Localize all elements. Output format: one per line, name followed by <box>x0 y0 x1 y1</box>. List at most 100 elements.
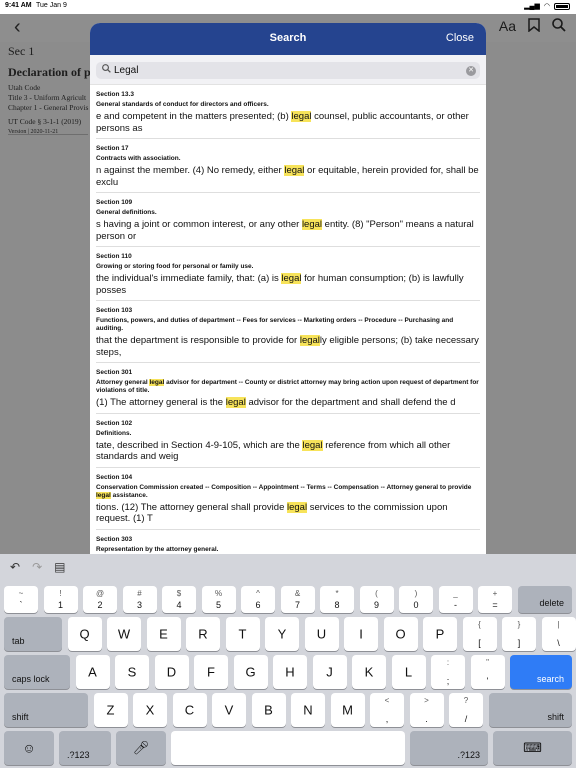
key[interactable]: F <box>194 655 228 689</box>
key[interactable]: " ' <box>470 655 505 689</box>
key[interactable]: + = <box>478 586 512 613</box>
result-snippet: that the department is responsible to pr… <box>96 335 480 358</box>
key[interactable]: E <box>146 617 181 651</box>
space-key[interactable] <box>171 731 405 765</box>
undo-icon[interactable]: ↶ <box>10 560 20 574</box>
tab-key[interactable]: tab <box>4 617 62 651</box>
key[interactable]: M <box>330 693 365 727</box>
search-result-item[interactable]: Section 103 Functions, powers, and duties… <box>96 301 480 363</box>
key-char: 6 <box>255 600 261 610</box>
magnifier-icon <box>102 64 111 76</box>
snippet-text: n against the member. (4) No remedy, eit… <box>96 165 285 176</box>
hide-keyboard-key[interactable]: ⌨ <box>493 731 572 765</box>
key-label: shift <box>547 712 564 722</box>
search-result-item[interactable]: Section 13.3 General standards of conduct… <box>96 85 480 139</box>
emoji-key[interactable]: ☺ <box>4 731 54 765</box>
result-snippet: tate, described in Section 4-9-105, whic… <box>96 439 480 463</box>
snippet-text: the individual's immediate family, that:… <box>96 273 282 284</box>
key[interactable]: #3 <box>122 586 157 613</box>
key[interactable]: Y <box>265 617 299 651</box>
key[interactable]: B <box>251 693 286 727</box>
key[interactable]: T <box>225 617 260 651</box>
key[interactable]: C <box>172 693 207 727</box>
key[interactable]: Z <box>93 693 128 727</box>
result-section: Section 17 <box>96 145 129 152</box>
key[interactable]: S <box>115 655 149 689</box>
key[interactable]: I <box>344 617 378 651</box>
key[interactable]: ~ ` <box>4 586 38 613</box>
key[interactable]: (9 <box>359 586 394 613</box>
search-key[interactable]: search <box>510 655 572 689</box>
close-button[interactable]: Close <box>446 32 474 44</box>
paste-icon[interactable]: ▤ <box>54 560 65 574</box>
key-char: A <box>88 664 97 680</box>
key[interactable]: * 8 <box>320 586 354 613</box>
key[interactable]: X <box>133 693 167 727</box>
search-icon[interactable] <box>552 18 566 35</box>
key[interactable]: ) 0 <box>399 586 433 613</box>
key[interactable]: ? / <box>449 693 483 727</box>
key[interactable]: _ - <box>438 586 473 613</box>
back-arrow-icon[interactable]: ‹ <box>14 16 21 39</box>
numbers-key-left[interactable]: .?123 <box>59 731 111 765</box>
search-result-item[interactable]: Section 104 Conservation Commission creat… <box>96 468 480 530</box>
title-text: Conservation Commission created -- Compo… <box>96 483 472 491</box>
key[interactable]: ^ 6 <box>241 586 275 613</box>
key[interactable]: V <box>212 693 246 727</box>
search-result-item[interactable]: Section 17 Contracts with association. n a… <box>96 139 480 193</box>
key[interactable]: }] <box>502 617 536 651</box>
key[interactable]: P <box>423 617 457 651</box>
key[interactable]: O <box>383 617 418 651</box>
shift-key-right[interactable]: shift <box>488 693 572 727</box>
key[interactable]: W <box>107 617 141 651</box>
result-snippet: e and competent in the matters presented… <box>96 111 480 134</box>
key[interactable]: >. <box>409 693 444 727</box>
snippet-text: advisor for the department and shall def… <box>245 397 456 408</box>
key[interactable]: % 5 <box>201 586 236 613</box>
key[interactable]: {[ <box>462 617 497 651</box>
search-result-item[interactable]: Section 109 General definitions. s having … <box>96 193 480 247</box>
key-char: I <box>359 626 363 642</box>
key[interactable]: A <box>75 655 110 689</box>
numbers-key-right[interactable]: .?123 <box>410 731 488 765</box>
search-result-item[interactable]: Section 301 Attorney general legal adviso… <box>96 363 480 414</box>
shift-key-left[interactable]: shift <box>4 693 88 727</box>
redo-icon[interactable]: ↷ <box>32 560 42 574</box>
key[interactable]: H <box>273 655 307 689</box>
key[interactable]: :; <box>431 655 465 689</box>
search-input[interactable] <box>114 63 434 78</box>
search-results-list[interactable]: Section 13.3 General standards of conduct… <box>90 85 486 554</box>
key[interactable]: & 7 <box>280 586 315 613</box>
key[interactable]: @2 <box>83 586 117 613</box>
key[interactable]: <, <box>370 693 404 727</box>
bookmark-icon[interactable] <box>528 18 540 35</box>
key[interactable]: D <box>154 655 189 689</box>
keyboard-toolbar: ↶ ↷ ▤ <box>10 560 65 574</box>
key[interactable]: J <box>312 655 347 689</box>
key-shift-char: : <box>446 658 450 667</box>
search-result-item[interactable]: Section 303 Representation by the attorne… <box>96 530 480 555</box>
key-char: D <box>166 664 177 680</box>
key[interactable]: ! 1 <box>43 586 78 613</box>
search-field[interactable]: ✕ <box>96 62 480 79</box>
key[interactable]: G <box>233 655 268 689</box>
caps-lock-key[interactable]: caps lock <box>4 655 70 689</box>
text-size-icon[interactable]: Aa <box>499 18 516 35</box>
key[interactable]: K <box>352 655 386 689</box>
delete-key[interactable]: delete <box>517 586 572 613</box>
key[interactable]: L <box>391 655 426 689</box>
key[interactable]: N <box>291 693 325 727</box>
search-result-item[interactable]: Section 110 Growing or storing food for p… <box>96 247 480 301</box>
dictation-key[interactable]: 🎤︎ <box>116 731 166 765</box>
key[interactable]: U <box>304 617 339 651</box>
search-result-item[interactable]: Section 102 Definitions. tate, described i… <box>96 414 480 468</box>
signal-icon: ▂▄▆ <box>524 3 540 10</box>
clear-search-icon[interactable]: ✕ <box>466 66 476 76</box>
key-char: V <box>224 702 234 718</box>
key-char: 9 <box>373 600 379 610</box>
key[interactable]: R <box>186 617 220 651</box>
key[interactable]: $4 <box>162 586 196 613</box>
key[interactable]: Q <box>67 617 102 651</box>
key[interactable]: | \ <box>541 617 576 651</box>
key-char: R <box>198 626 208 642</box>
